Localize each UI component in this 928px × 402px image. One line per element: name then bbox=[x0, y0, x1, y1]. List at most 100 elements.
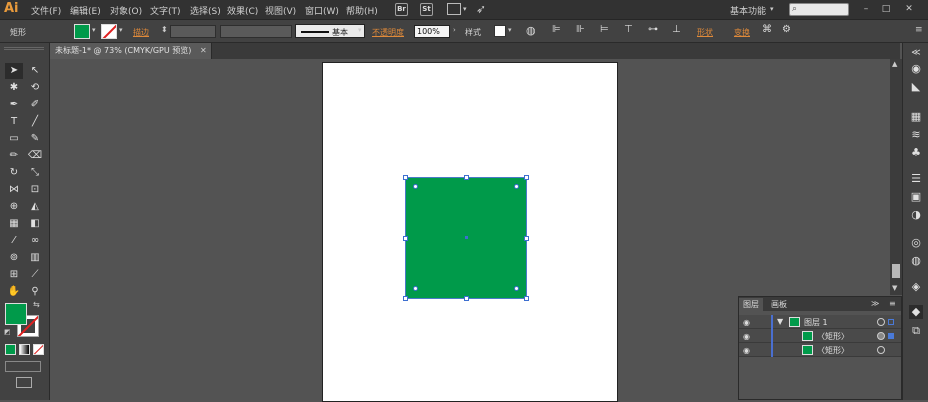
eraser-tool-icon[interactable]: ⌫ bbox=[26, 148, 44, 164]
isolate-icon[interactable]: ⌘ bbox=[762, 24, 772, 35]
graphic-styles-panel-icon[interactable]: ◍ bbox=[909, 254, 923, 268]
panel-collapse-icon[interactable]: ≫ bbox=[871, 299, 879, 308]
layers-panel-icon[interactable]: ◈ bbox=[909, 280, 923, 294]
workspace-chevron-icon[interactable]: ▾ bbox=[770, 5, 774, 13]
variable-width-dropdown[interactable] bbox=[220, 25, 292, 38]
close-button[interactable]: ✕ bbox=[903, 3, 915, 15]
align-center-icon[interactable]: ⊪ bbox=[576, 24, 585, 35]
gradient-mode-icon[interactable] bbox=[19, 344, 30, 355]
stroke-weight-field[interactable] bbox=[170, 25, 216, 38]
stroke-weight-stepper-icon[interactable]: ⬍ bbox=[161, 25, 168, 34]
opacity-label[interactable]: 不透明度 bbox=[372, 27, 404, 38]
align-left-icon[interactable]: ⊫ bbox=[552, 24, 561, 35]
screen-mode-icon[interactable] bbox=[16, 377, 32, 388]
transparency-panel-icon[interactable]: ◑ bbox=[909, 208, 923, 222]
menu-help[interactable]: 帮助(H) bbox=[346, 4, 378, 17]
none-mode-icon[interactable] bbox=[33, 344, 44, 355]
minimize-button[interactable]: – bbox=[860, 3, 872, 15]
stroke-style-chevron-icon[interactable]: ▾ bbox=[358, 26, 362, 34]
color-mode-icon[interactable] bbox=[5, 344, 16, 355]
shape-builder-tool-icon[interactable]: ⊕ bbox=[5, 199, 23, 215]
sublayer-row[interactable]: ◉ 〈矩形〉 bbox=[739, 329, 901, 343]
gpu-rocket-icon[interactable]: ➶ bbox=[476, 2, 486, 16]
opacity-input[interactable]: 100% bbox=[414, 25, 450, 38]
maximize-button[interactable]: □ bbox=[880, 3, 892, 15]
stroke-panel-icon[interactable]: ☰ bbox=[909, 172, 923, 186]
stroke-dropdown-icon[interactable]: ▾ bbox=[119, 26, 123, 34]
lasso-tool-icon[interactable]: ⟲ bbox=[26, 80, 44, 96]
swap-colors-icon[interactable]: ⇆ bbox=[33, 300, 40, 309]
zoom-tool-icon[interactable]: ⚲ bbox=[26, 284, 44, 300]
stroke-label[interactable]: 描边 bbox=[133, 27, 149, 38]
layer-row[interactable]: ◉ ▼ 图层 1 bbox=[739, 315, 901, 329]
layer-name[interactable]: 图层 1 bbox=[804, 317, 828, 328]
tab-layers[interactable]: 图层 bbox=[739, 298, 763, 311]
selection-indicator[interactable] bbox=[888, 333, 894, 339]
corner-widget-top-left[interactable] bbox=[413, 184, 418, 189]
menu-type[interactable]: 文字(T) bbox=[150, 4, 181, 17]
symbols-panel-icon[interactable]: ♣ bbox=[909, 146, 923, 160]
slice-tool-icon[interactable]: ⟋ bbox=[26, 267, 44, 283]
artboards-panel-icon[interactable]: ⧉ bbox=[909, 324, 923, 338]
toolbar-grip[interactable] bbox=[4, 47, 44, 50]
hand-tool-icon[interactable]: ✋ bbox=[5, 284, 23, 300]
swatches-panel-icon[interactable]: ▦ bbox=[909, 110, 923, 124]
eyedropper-tool-icon[interactable]: ⁄ bbox=[5, 233, 23, 249]
stock-icon[interactable]: St bbox=[420, 3, 433, 16]
graphic-style-chevron-icon[interactable]: ▾ bbox=[508, 26, 512, 34]
scroll-up-icon[interactable]: ▲ bbox=[892, 60, 897, 68]
sublayer-name[interactable]: 〈矩形〉 bbox=[817, 331, 849, 342]
target-circle-icon[interactable] bbox=[877, 332, 885, 340]
brushes-panel-icon[interactable]: ≋ bbox=[909, 128, 923, 142]
appearance-panel-icon[interactable]: ◎ bbox=[909, 236, 923, 250]
color-guide-icon[interactable]: ◣ bbox=[909, 80, 923, 94]
menu-effect[interactable]: 效果(C) bbox=[227, 4, 258, 17]
line-tool-icon[interactable]: ╱ bbox=[26, 114, 44, 130]
type-tool-icon[interactable]: T bbox=[5, 114, 23, 130]
align-top-icon[interactable]: ⊤ bbox=[624, 24, 633, 35]
vertical-scrollbar[interactable]: ▲ ▼ bbox=[890, 59, 902, 295]
fill-dropdown-icon[interactable]: ▾ bbox=[92, 26, 96, 34]
width-tool-icon[interactable]: ⋈ bbox=[5, 182, 23, 198]
layers-stack-icon[interactable]: ◆ bbox=[909, 305, 923, 319]
mesh-tool-icon[interactable]: ▦ bbox=[5, 216, 23, 232]
transform-label[interactable]: 变换 bbox=[734, 27, 750, 38]
arrange-documents-icon[interactable] bbox=[447, 3, 461, 15]
opacity-arrow-icon[interactable]: › bbox=[453, 26, 456, 34]
symbol-sprayer-tool-icon[interactable]: ⊚ bbox=[5, 250, 23, 266]
gradient-tool-icon[interactable]: ◧ bbox=[26, 216, 44, 232]
align-middle-icon[interactable]: ⊶ bbox=[648, 24, 658, 35]
selection-tool-icon[interactable]: ➤ bbox=[5, 63, 23, 79]
menu-select[interactable]: 选择(S) bbox=[190, 4, 221, 17]
visibility-eye-icon[interactable]: ◉ bbox=[743, 332, 750, 341]
pencil-tool-icon[interactable]: ✏ bbox=[5, 148, 23, 164]
selection-indicator[interactable] bbox=[888, 319, 894, 325]
scrollbar-thumb[interactable] bbox=[892, 264, 900, 278]
menu-edit[interactable]: 编辑(E) bbox=[70, 4, 101, 17]
magic-wand-tool-icon[interactable]: ✱ bbox=[5, 80, 23, 96]
handle-bottom-left[interactable] bbox=[403, 296, 408, 301]
sublayer-name[interactable]: 〈矩形〉 bbox=[817, 345, 849, 356]
graph-tool-icon[interactable]: ▥ bbox=[26, 250, 44, 266]
handle-bottom-center[interactable] bbox=[464, 296, 469, 301]
search-input[interactable]: ⌕ bbox=[789, 3, 849, 16]
tab-artboards[interactable]: 画板 bbox=[767, 298, 791, 311]
bridge-icon[interactable]: Br bbox=[395, 3, 408, 16]
corner-widget-top-right[interactable] bbox=[514, 184, 519, 189]
perspective-grid-tool-icon[interactable]: ◭ bbox=[26, 199, 44, 215]
pen-tool-icon[interactable]: ✒ bbox=[5, 97, 23, 113]
target-circle-icon[interactable] bbox=[877, 346, 885, 354]
panel-menu-icon[interactable]: ≡ bbox=[915, 25, 923, 35]
sublayer-row[interactable]: ◉ 〈矩形〉 bbox=[739, 343, 901, 357]
scroll-down-icon[interactable]: ▼ bbox=[892, 284, 897, 292]
corner-widget-bottom-left[interactable] bbox=[413, 286, 418, 291]
direct-selection-tool-icon[interactable]: ↖ bbox=[26, 63, 44, 79]
menu-window[interactable]: 窗口(W) bbox=[305, 4, 339, 17]
corner-widget-bottom-right[interactable] bbox=[514, 286, 519, 291]
handle-top-center[interactable] bbox=[464, 175, 469, 180]
menu-object[interactable]: 对象(O) bbox=[110, 4, 142, 17]
visibility-eye-icon[interactable]: ◉ bbox=[743, 318, 750, 327]
handle-top-right[interactable] bbox=[524, 175, 529, 180]
free-transform-tool-icon[interactable]: ⊡ bbox=[26, 182, 44, 198]
handle-top-left[interactable] bbox=[403, 175, 408, 180]
